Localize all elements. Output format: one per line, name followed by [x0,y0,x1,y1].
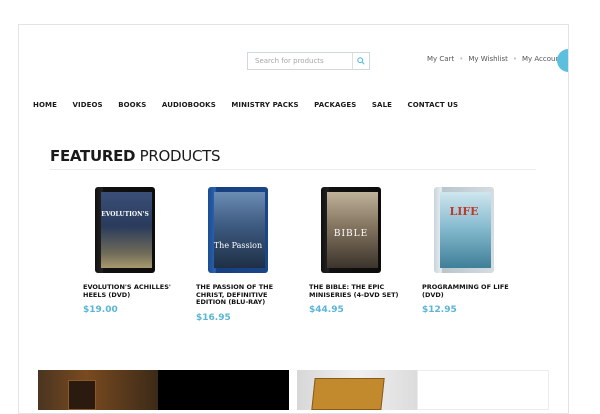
nav-item-audiobooks[interactable]: AUDIOBOOKS [162,101,216,109]
nav-item-videos[interactable]: VIDEOS [72,101,102,109]
my-cart-link[interactable]: My Cart [427,55,454,63]
cover-title: LIFE [449,205,479,218]
search-box[interactable] [247,52,370,70]
page-frame: My Cart • My Wishlist • My Account HOME … [18,24,569,414]
nav-item-books[interactable]: BOOKS [118,101,146,109]
separator: • [459,55,464,63]
nav-item-contact-us[interactable]: CONTACT US [408,101,459,109]
promo-banner-image[interactable] [297,370,417,410]
product-image[interactable]: The Passion [208,187,268,273]
product-price: $16.95 [196,312,231,323]
search-input[interactable] [248,53,352,69]
promo-banner-image[interactable] [38,370,158,410]
section-title: FEATURED PRODUCTS [50,147,221,165]
product-title[interactable]: EVOLUTION'S ACHILLES' HEELS (DVD) [83,283,183,299]
cover-title: The Passion [213,241,263,250]
promo-banner-blank [417,370,549,410]
product-price: $12.95 [422,305,457,315]
nav-item-home[interactable]: HOME [33,101,57,109]
my-wishlist-link[interactable]: My Wishlist [468,55,507,63]
nav-item-sale[interactable]: SALE [372,101,392,109]
separator: • [512,55,517,63]
product-image[interactable]: BIBLE [321,187,381,273]
product-price: $19.00 [83,305,118,315]
search-icon [357,57,365,65]
product-box-image [68,380,96,410]
nav-item-packages[interactable]: PACKAGES [314,101,356,109]
main-nav: HOME VIDEOS BOOKS AUDIOBOOKS MINISTRY PA… [33,101,474,109]
product-image[interactable]: LIFE [434,187,494,273]
section-title-rest: PRODUCTS [139,147,221,165]
nav-item-ministry-packs[interactable]: MINISTRY PACKS [231,101,298,109]
product-title[interactable]: THE PASSION OF THE CHRIST, DEFINITIVE ED… [196,283,296,307]
product-image[interactable]: EVOLUTION'S [95,187,155,273]
search-button[interactable] [352,53,369,69]
bluray-cover-art [214,192,265,268]
product-title[interactable]: THE BIBLE: THE EPIC MINISERIES (4-DVD SE… [309,283,409,299]
section-title-bold: FEATURED [50,147,136,165]
product-box-image [311,378,385,410]
product-title[interactable]: PROGRAMMING OF LIFE (DVD) [422,283,522,299]
product-card[interactable]: EVOLUTION'S EVOLUTION'S ACHILLES' HEELS … [83,187,183,315]
dvd-cover-art [440,192,491,268]
promo-banner-dark[interactable] [158,370,289,410]
product-card[interactable]: The Passion THE PASSION OF THE CHRIST, D… [196,187,296,323]
cover-title: EVOLUTION'S [101,211,149,218]
cart-button[interactable] [557,49,568,72]
product-card[interactable]: LIFE PROGRAMMING OF LIFE (DVD) $12.95 [422,187,522,315]
section-divider [50,169,536,170]
product-card[interactable]: BIBLE THE BIBLE: THE EPIC MINISERIES (4-… [309,187,409,315]
account-links: My Cart • My Wishlist • My Account [427,55,563,63]
dvd-cover-art [101,192,152,268]
cover-title: BIBLE [333,229,369,239]
product-price: $44.95 [309,305,344,315]
